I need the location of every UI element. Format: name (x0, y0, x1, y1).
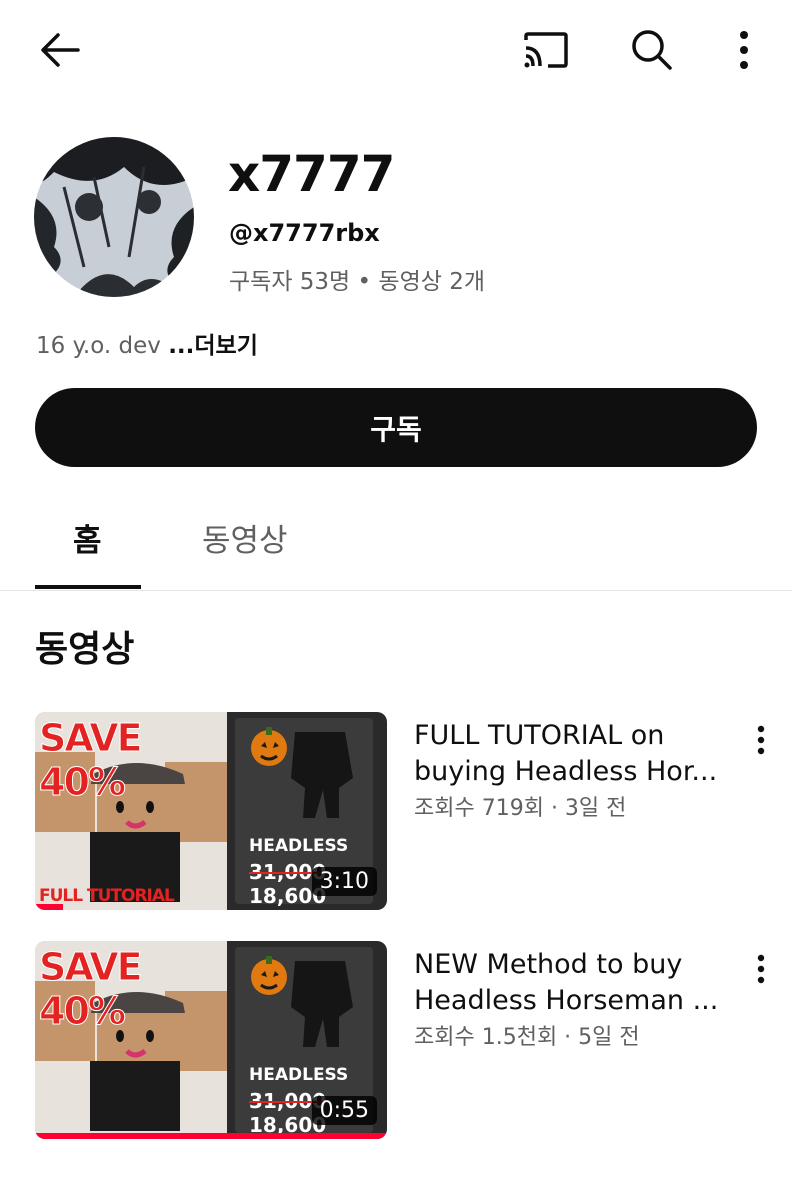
video-item[interactable]: SAVE 40% FULL TUTORIAL HEADLESS 31,000 1… (0, 712, 792, 912)
video-item[interactable]: SAVE 40% HEADLESS 31,000 18,600 0:55 NEW… (0, 941, 792, 1141)
arrow-left-icon (41, 33, 80, 67)
more-link[interactable]: ...더보기 (168, 333, 258, 359)
video-duration: 3:10 (311, 867, 377, 896)
thumbnail-save-text: SAVE 40% (39, 945, 144, 1034)
active-tab-indicator (35, 585, 141, 589)
search-button[interactable] (624, 24, 680, 76)
video-title[interactable]: NEW Method to buy Headless Horseman ... (414, 947, 734, 1019)
overflow-menu-button[interactable] (722, 24, 766, 76)
thumbnail-save-text: SAVE 40% (39, 716, 144, 805)
video-title-line: buying Headless Hor... (414, 756, 718, 787)
video-title-line: Headless Horseman ... (414, 985, 719, 1016)
channel-avatar[interactable] (34, 137, 194, 297)
subscribe-button[interactable]: 구독 (35, 388, 757, 467)
back-button[interactable] (32, 24, 88, 76)
video-title[interactable]: FULL TUTORIAL on buying Headless Hor... (414, 718, 734, 790)
video-title-line: NEW Method to buy (414, 949, 683, 980)
tab-home[interactable]: 홈 (73, 515, 102, 560)
video-duration: 0:55 (311, 1096, 377, 1125)
channel-handle: @x7777rbx (229, 219, 380, 247)
video-thumbnail[interactable]: SAVE 40% HEADLESS 31,000 18,600 0:55 (35, 941, 387, 1139)
section-title: 동영상 (35, 629, 135, 670)
top-app-bar (0, 0, 792, 100)
video-meta: 조회수 1.5천회 · 5일 전 (414, 1025, 640, 1050)
video-more-button[interactable] (744, 947, 778, 991)
cast-icon (524, 32, 568, 68)
video-more-button[interactable] (744, 718, 778, 762)
more-vertical-icon (757, 954, 765, 984)
thumbnail-item-name: HEADLESS (249, 1065, 349, 1085)
tab-videos[interactable]: 동영상 (202, 515, 288, 560)
channel-tabs: 홈 동영상 (0, 500, 792, 591)
channel-stats: 구독자 53명 • 동영상 2개 (229, 269, 485, 295)
more-vertical-icon (740, 31, 748, 69)
thumbnail-left-panel: SAVE 40% FULL TUTORIAL (35, 712, 227, 910)
video-thumbnail[interactable]: SAVE 40% FULL TUTORIAL HEADLESS 31,000 1… (35, 712, 387, 910)
description-text: 16 y.o. dev (36, 333, 169, 359)
video-meta: 조회수 719회 · 3일 전 (414, 796, 627, 821)
channel-name: x7777 (228, 145, 395, 203)
thumbnail-footer-text: FULL TUTORIAL (39, 886, 175, 906)
cast-button[interactable] (516, 24, 574, 76)
video-title-line: FULL TUTORIAL on (414, 720, 665, 751)
watch-progress-bar (35, 904, 64, 910)
thumbnail-item-name: HEADLESS (249, 836, 349, 856)
watch-progress-bar (35, 1133, 387, 1139)
more-vertical-icon (757, 725, 765, 755)
thumbnail-left-panel: SAVE 40% (35, 941, 227, 1139)
search-icon (632, 30, 672, 70)
channel-description[interactable]: 16 y.o. dev ...더보기 (36, 326, 258, 360)
